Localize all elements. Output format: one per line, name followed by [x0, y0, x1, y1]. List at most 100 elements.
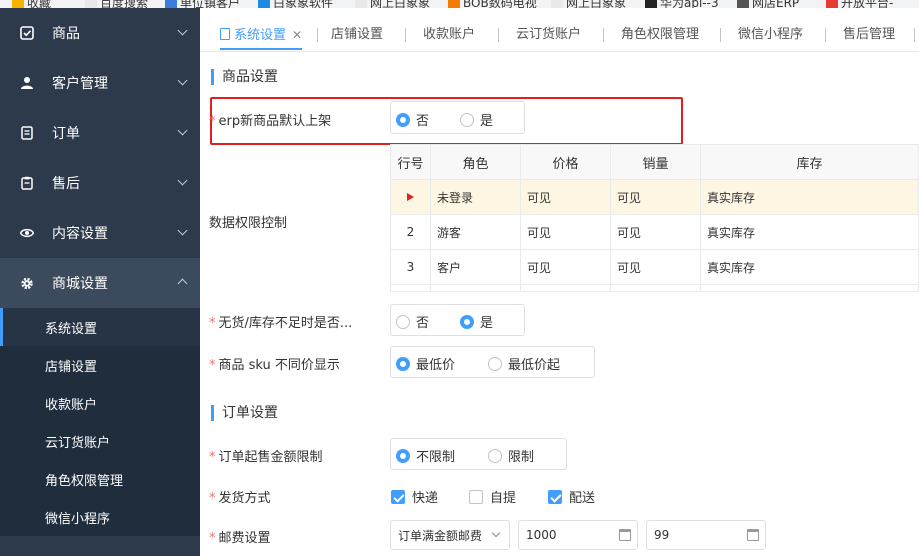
- order-icon: [20, 126, 34, 140]
- sidebar-item-mall-settings[interactable]: 商城设置: [0, 258, 200, 308]
- bookmark-item[interactable]: 百度搜索: [85, 0, 148, 8]
- cell-role[interactable]: 游客: [430, 214, 521, 250]
- radio-unchecked: [460, 112, 474, 127]
- sidebar-item-after-sales[interactable]: 售后: [0, 158, 200, 208]
- radio-out-of-stock-yes[interactable]: 是: [460, 312, 493, 331]
- radio-checked: [460, 314, 474, 329]
- bookmark-item[interactable]: 华为api--3: [645, 0, 719, 8]
- field-label-shipping: * 邮费设置: [209, 531, 271, 546]
- radio-sku-lowest-price-from[interactable]: 最低价起: [488, 354, 560, 373]
- tab-wechat-miniprogram[interactable]: 微信小程序: [738, 20, 803, 50]
- close-icon[interactable]: ✕: [292, 28, 302, 42]
- chevron-down-icon: [177, 125, 188, 136]
- tab-divider: [317, 28, 318, 42]
- cell-stock[interactable]: 真实库存: [700, 179, 919, 215]
- checkbox-express[interactable]: 快递: [391, 487, 438, 506]
- cell-sales[interactable]: 可见: [610, 249, 701, 285]
- tab-divider: [825, 28, 826, 42]
- tab-role-permissions[interactable]: 角色权限管理: [621, 20, 699, 50]
- shipping-threshold-input[interactable]: 1000: [518, 520, 638, 550]
- cell-price[interactable]: 可见: [520, 249, 611, 285]
- table-row[interactable]: 2 游客 可见 可见 真实库存: [390, 214, 919, 250]
- chevron-down-icon: [491, 528, 501, 538]
- tab-label: 系统设置: [234, 28, 287, 43]
- calculator-icon[interactable]: [747, 529, 759, 541]
- radio-erp-default-yes[interactable]: 是: [460, 110, 493, 129]
- bookmark-item[interactable]: 网上白象象: [355, 0, 430, 8]
- submenu-item-system-settings[interactable]: 系统设置: [0, 308, 200, 346]
- shipping-mode-select[interactable]: 订单满金额邮费: [390, 520, 510, 550]
- sidebar-item-orders[interactable]: 订单: [0, 108, 200, 158]
- required-mark: *: [209, 450, 216, 465]
- cell-role[interactable]: 未登录: [430, 179, 521, 215]
- tab-cloud-order-account[interactable]: 云订货账户: [516, 20, 581, 50]
- chevron-up-icon: [177, 278, 188, 289]
- column-header: 价格: [520, 144, 611, 180]
- submenu-item-store-settings[interactable]: 店铺设置: [0, 346, 200, 384]
- permission-table: 行号 角色 价格 销量 库存 未登录 可见 可见 真实库存 2 游客 可见 可见…: [390, 144, 919, 292]
- tab-store-settings[interactable]: 店铺设置: [331, 20, 383, 50]
- table-row[interactable]: 未登录 可见 可见 真实库存: [390, 179, 919, 215]
- column-header: 角色: [430, 144, 521, 180]
- shipping-fee-input[interactable]: 99: [646, 520, 766, 550]
- cell-sales[interactable]: 可见: [610, 179, 701, 215]
- field-label-erp-default: * erp新商品默认上架: [209, 114, 332, 129]
- cell-price[interactable]: 可见: [520, 214, 611, 250]
- table-cell: [700, 284, 919, 292]
- checkbox-unchecked: [469, 489, 483, 504]
- submenu-item-payment-accounts[interactable]: 收款账户: [0, 384, 200, 422]
- field-label-data-permission: 数据权限控制: [209, 216, 288, 231]
- table-cell: [390, 284, 431, 292]
- current-row-icon: [407, 193, 414, 201]
- tab-after-sales[interactable]: 售后管理: [843, 20, 895, 50]
- bookmark-item[interactable]: 网店ERP: [737, 0, 799, 8]
- radio-checked: [396, 112, 410, 127]
- cell-stock[interactable]: 真实库存: [700, 249, 919, 285]
- bookmark-item[interactable]: 收藏: [12, 0, 51, 8]
- radio-min-amount-unlimited[interactable]: 不限制: [396, 446, 455, 465]
- site-icon: [737, 0, 749, 8]
- table-row[interactable]: 3 客户 可见 可见 真实库存: [390, 249, 919, 285]
- submenu-item-wechat-miniprogram[interactable]: 微信小程序: [0, 498, 200, 536]
- checkbox-self-pickup[interactable]: 自提: [469, 487, 516, 506]
- bookmark-item[interactable]: 白象象软件: [258, 0, 333, 8]
- bookmark-item[interactable]: 单位镇客户: [165, 0, 240, 8]
- cell-stock[interactable]: 真实库存: [700, 214, 919, 250]
- tab-divider: [603, 28, 604, 42]
- cell-price[interactable]: 可见: [520, 179, 611, 215]
- clipboard-icon: [20, 176, 34, 190]
- site-icon: [165, 0, 177, 8]
- sidebar-item-customers[interactable]: 客户管理: [0, 58, 200, 108]
- table-cell: [520, 284, 611, 292]
- site-icon: [826, 0, 838, 8]
- tab-bar: 系统设置 ✕ 店铺设置 收款账户 云订货账户 角色权限管理 微信小程序 售后管理: [200, 8, 919, 52]
- required-mark: *: [209, 358, 216, 373]
- main-content: 系统设置 ✕ 店铺设置 收款账户 云订货账户 角色权限管理 微信小程序 售后管理 …: [200, 8, 919, 556]
- radio-min-amount-limited[interactable]: 限制: [488, 446, 534, 465]
- tab-divider: [405, 28, 406, 42]
- bookmark-item[interactable]: 开放平台-: [826, 0, 893, 8]
- sidebar-item-products[interactable]: 商品: [0, 8, 200, 58]
- bookmark-item[interactable]: BOB数码电视: [448, 0, 537, 8]
- star-icon: [12, 0, 24, 8]
- cell-sales[interactable]: 可见: [610, 214, 701, 250]
- cell-row-number: 2: [390, 214, 431, 250]
- tab-payment-accounts[interactable]: 收款账户: [423, 20, 475, 50]
- submenu-item-cloud-order-account[interactable]: 云订货账户: [0, 422, 200, 460]
- sidebar-item-content[interactable]: 内容设置: [0, 208, 200, 258]
- submenu-item-role-permissions[interactable]: 角色权限管理: [0, 460, 200, 498]
- radio-unchecked: [488, 356, 502, 371]
- checkbox-delivery[interactable]: 配送: [548, 487, 595, 506]
- sidebar-item-label: 订单: [52, 126, 80, 142]
- radio-sku-lowest-price[interactable]: 最低价: [396, 354, 455, 373]
- calculator-icon[interactable]: [619, 529, 631, 541]
- radio-out-of-stock-no[interactable]: 否: [396, 312, 429, 331]
- radio-erp-default-no[interactable]: 否: [396, 110, 429, 129]
- bookmark-item[interactable]: 网上白象象: [551, 0, 626, 8]
- sidebar-item-label: 内容设置: [52, 226, 108, 242]
- tab-system-settings[interactable]: 系统设置 ✕: [220, 20, 303, 50]
- field-label-delivery: * 发货方式: [209, 491, 271, 506]
- cell-role[interactable]: 客户: [430, 249, 521, 285]
- chevron-down-icon: [177, 175, 188, 186]
- radio-checked: [396, 448, 410, 463]
